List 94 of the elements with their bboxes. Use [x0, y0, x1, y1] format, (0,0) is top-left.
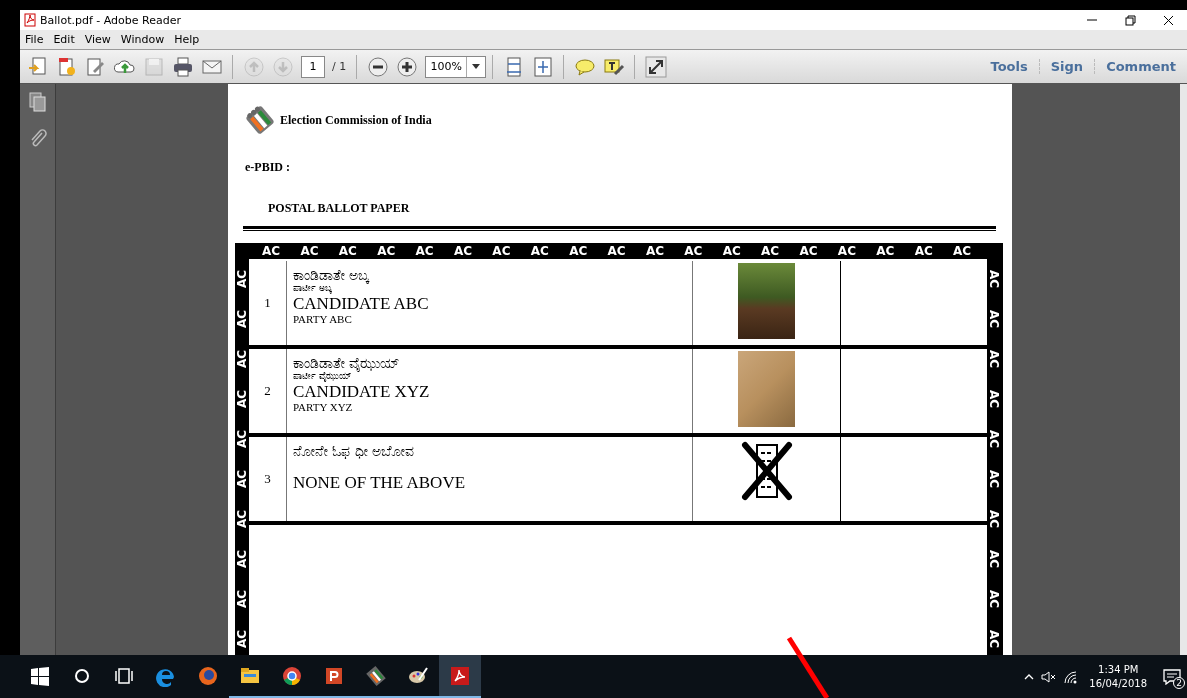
border-mark: AC [761, 243, 781, 259]
border-mark: AC [235, 268, 249, 291]
party-name: PARTY XYZ [293, 401, 354, 414]
minus-icon [366, 55, 389, 78]
notification-count: 2 [1173, 676, 1185, 689]
border-mark: AC [722, 243, 742, 259]
page-number-field[interactable]: 1 [301, 55, 325, 78]
border-mark: AC [987, 548, 1001, 571]
pdf-document-button[interactable] [439, 655, 481, 698]
document-pencil-icon [84, 55, 107, 78]
panel-tab[interactable]: Comment [1094, 59, 1187, 74]
fit-page-icon [531, 55, 554, 78]
candidate-name-kannada: ನೋನೇ ಓಫ ಧೀ ಅಬೋವ [293, 443, 416, 459]
pdf-file-icon [24, 13, 36, 27]
panel-tab[interactable]: Tools [979, 59, 1039, 74]
border-mark: AC [645, 243, 665, 259]
border-mark: AC [987, 628, 1001, 651]
border-mark: AC [799, 243, 819, 259]
border-mark: AC [262, 243, 282, 259]
zoom-dropdown[interactable]: 100% [425, 55, 487, 78]
menu-item[interactable]: Edit [48, 33, 80, 46]
candidate-name-kannada: ಕಾಂಡಿಡಾತೇ ಅಬ್ಕ [293, 267, 371, 283]
border-mark: AC [987, 308, 1001, 331]
border-mark: AC [987, 468, 1001, 491]
border-mark: AC [235, 628, 249, 651]
fox-globe-icon [197, 664, 219, 687]
border-mark: AC [530, 243, 550, 259]
border-mark: AC [987, 428, 1001, 451]
chrome-circle-icon [281, 664, 303, 687]
menu-item[interactable]: Help [169, 33, 205, 46]
serial-number: 3 [249, 437, 287, 521]
crossed-ballot-icon [739, 439, 794, 503]
border-mark: AC [987, 388, 1001, 411]
border-mark: AC [235, 468, 249, 491]
restore-icon [1122, 12, 1138, 28]
border-mark: AC [235, 348, 249, 371]
page-total: / 1 [332, 60, 347, 73]
border-mark: AC [987, 508, 1001, 531]
speaker-muted-icon [1041, 669, 1058, 684]
serial-number: 2 [249, 349, 287, 433]
border-mark: AC [569, 243, 589, 259]
printer-icon [171, 55, 194, 78]
border-mark: AC [953, 243, 973, 259]
window-title: Ballot.pdf - Adobe Reader [40, 13, 181, 27]
epbid-label: e-PBID : [245, 160, 291, 175]
border-mark: AC [987, 588, 1001, 611]
border-mark: AC [377, 243, 397, 259]
menu-item[interactable]: View [79, 33, 116, 46]
minimize-icon [1087, 19, 1097, 21]
pdf-document-icon [449, 664, 471, 687]
menu-item[interactable]: Window [115, 33, 170, 46]
border-mark: AC [987, 268, 1001, 291]
border-mark: AC [338, 243, 358, 259]
clock-date[interactable]: 16/04/2018 [1089, 676, 1147, 691]
candidate-name: CANDIDATE XYZ [293, 382, 431, 401]
expand-arrows-icon [644, 55, 667, 78]
border-mark: AC [235, 388, 249, 411]
serial-number: 1 [249, 261, 287, 345]
notifications-button[interactable]: 2 [1161, 665, 1183, 688]
border-mark: AC [235, 428, 249, 451]
border-mark: AC [876, 243, 896, 259]
border-mark: AC [300, 243, 320, 259]
border-mark: AC [914, 243, 934, 259]
organization-name: Election Commission of India [280, 112, 432, 128]
border-mark: AC [492, 243, 512, 259]
border-mark: AC [684, 243, 704, 259]
annotation-line [785, 636, 831, 698]
border-mark: AC [235, 508, 249, 531]
border-mark: AC [235, 308, 249, 331]
scrollbar[interactable] [1180, 84, 1187, 655]
border-mark: AC [987, 348, 1001, 371]
party-name-kannada: ಪಾರ್ಟೀ ವೈಝುಯ್ [293, 371, 352, 382]
document-arrow-icon [26, 55, 49, 78]
candidate-name-kannada: ಕಾಂಡಿಡಾತೇ ವೈಝುಯ್ [293, 355, 402, 371]
border-mark: AC [235, 548, 249, 571]
ballot-title: POSTAL BALLOT PAPER [268, 201, 411, 216]
pages-icon [28, 92, 47, 112]
panel-tab[interactable]: Sign [1038, 59, 1095, 74]
message-icon [1163, 668, 1181, 685]
party-name-kannada: ಪಾರ್ಟೀ ಅಬ್ಕ [293, 283, 333, 294]
menu-item[interactable]: File [20, 33, 49, 46]
candidate-name: NONE OF THE ABOVE [293, 473, 467, 492]
clock-time[interactable]: 1:34 PM [1098, 662, 1139, 677]
party-name: PARTY ABC [293, 313, 353, 326]
plus-icon [395, 55, 418, 78]
caret-icon [472, 64, 481, 69]
border-mark: AC [235, 588, 249, 611]
start-icon [29, 664, 51, 687]
border-mark: AC [837, 243, 857, 259]
border-mark: AC [415, 243, 435, 259]
border-mark: AC [453, 243, 474, 259]
paperclip-icon [28, 128, 47, 148]
border-mark: AC [607, 243, 627, 259]
candidate-name: CANDIDATE ABC [293, 294, 430, 313]
